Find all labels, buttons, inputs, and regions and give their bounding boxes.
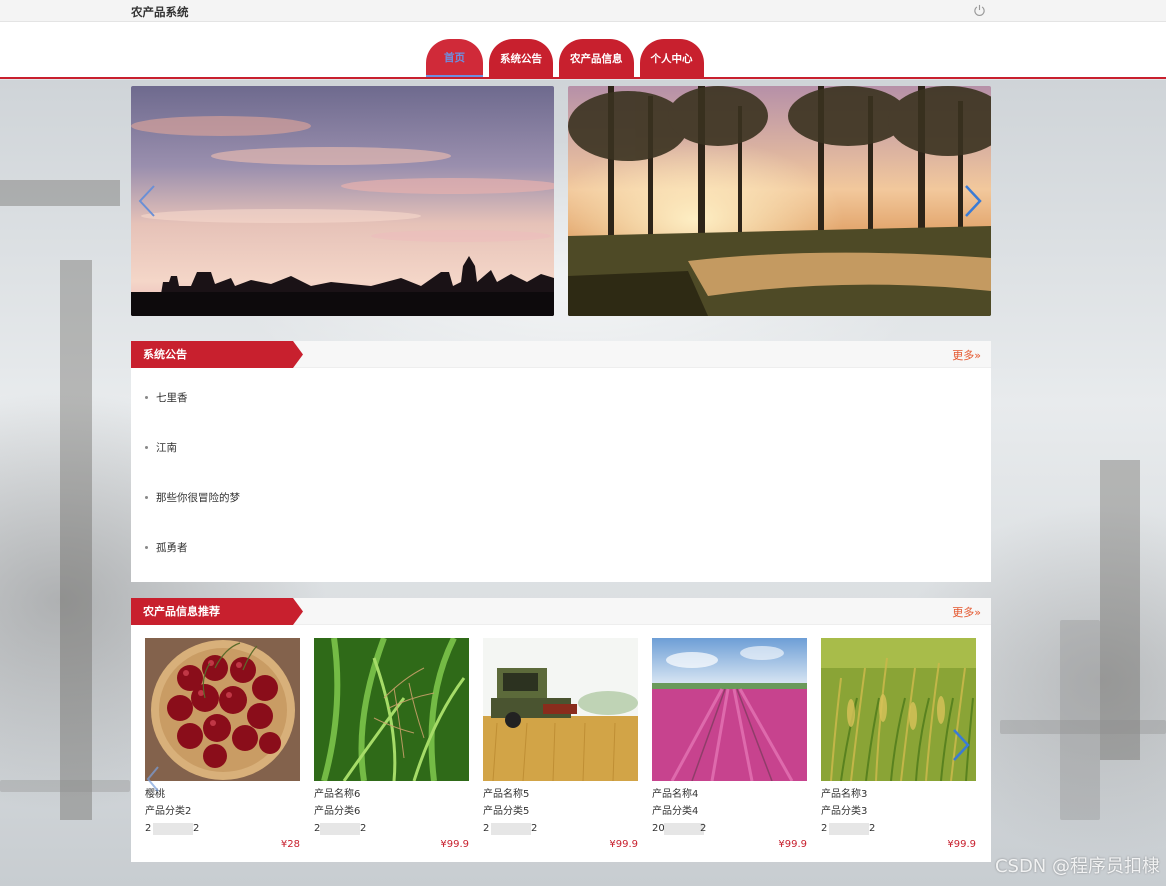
product-date: 20 2 [652, 823, 707, 835]
product-card[interactable]: 产品名称4 产品分类4 20 2 ¥99.9 [652, 638, 807, 852]
app-title: 农产品系统 [131, 5, 189, 19]
product-category: 产品分类4 [652, 806, 699, 817]
product-card[interactable]: 樱桃 产品分类2 22 ¥28 [145, 638, 300, 852]
product-name[interactable]: 产品名称6 [314, 786, 469, 803]
product-price: ¥99.9 [947, 839, 976, 850]
product-name[interactable]: 产品名称5 [483, 786, 638, 803]
product-price: ¥99.9 [440, 839, 469, 850]
product-header: 农产品信息推荐 更多» [131, 598, 991, 625]
nav-tabs: 首页 系统公告 农产品信息 个人中心 [426, 39, 704, 77]
product-name[interactable]: 产品名称4 [652, 786, 807, 803]
product-name[interactable]: 产品名称3 [821, 786, 976, 803]
notice-more-link[interactable]: 更多» [952, 347, 981, 363]
product-image[interactable] [483, 638, 638, 781]
product-more-link[interactable]: 更多» [952, 604, 981, 620]
product-category: 产品分类5 [483, 806, 530, 817]
tab-notices[interactable]: 系统公告 [489, 39, 553, 77]
power-icon[interactable] [973, 4, 986, 17]
top-bar: 农产品系统 [0, 0, 1166, 22]
product-price: ¥99.9 [609, 839, 638, 850]
notice-title: 系统公告 [131, 341, 303, 368]
product-card[interactable]: 产品名称6 产品分类6 2(2 ¥99.9 [314, 638, 469, 852]
list-item[interactable]: 七里香 [145, 390, 991, 440]
product-title: 农产品信息推荐 [131, 598, 303, 625]
notice-list: 七里香 江南 那些你很冒险的梦 孤勇者 [131, 368, 991, 590]
main-nav: 首页 系统公告 农产品信息 个人中心 [0, 22, 1166, 79]
tab-home[interactable]: 首页 [426, 39, 483, 77]
list-item[interactable]: 那些你很冒险的梦 [145, 490, 991, 540]
list-item[interactable]: 江南 [145, 440, 991, 490]
notice-header: 系统公告 更多» [131, 341, 991, 368]
product-section: 农产品信息推荐 更多» 樱桃 产品分类2 2 2 ¥28 产品名称6 产品分类6… [131, 598, 991, 862]
product-date: 22 [483, 823, 538, 835]
product-card[interactable]: 产品名称5 产品分类5 22 ¥99.9 [483, 638, 638, 852]
banner-image-1[interactable] [131, 86, 554, 316]
chevron-right-icon[interactable] [951, 728, 971, 762]
chevron-left-icon[interactable] [137, 184, 157, 218]
product-card[interactable]: 产品名称3 产品分类3 22 ¥99.9 [821, 638, 976, 852]
product-date: 22 [145, 823, 200, 835]
tab-products[interactable]: 农产品信息 [559, 39, 634, 77]
product-category: 产品分类2 [145, 806, 192, 817]
product-category: 产品分类3 [821, 806, 868, 817]
banner-image-2[interactable] [568, 86, 991, 316]
product-image[interactable] [821, 638, 976, 781]
product-category: 产品分类6 [314, 806, 361, 817]
banner-forest-image [568, 86, 991, 316]
product-price: ¥28 [280, 839, 300, 850]
watermark: CSDN @程序员扣棣 [994, 856, 1160, 877]
product-date: 22 [821, 823, 876, 835]
chevron-left-icon[interactable] [145, 765, 161, 793]
product-image[interactable] [652, 638, 807, 781]
banner-sunset-image [131, 86, 554, 316]
notice-section: 系统公告 更多» 七里香 江南 那些你很冒险的梦 孤勇者 [131, 341, 991, 582]
product-image[interactable] [145, 638, 300, 781]
product-date: 2(2 [314, 820, 469, 837]
product-carousel: 樱桃 产品分类2 22 ¥28 产品名称6 产品分类6 2 ¥99.9 产品名称… [131, 625, 991, 861]
tab-profile[interactable]: 个人中心 [639, 39, 704, 77]
product-name[interactable]: 樱桃 [145, 786, 300, 803]
product-price: ¥99.9 [778, 839, 807, 850]
product-image[interactable] [314, 638, 469, 781]
list-item[interactable]: 孤勇者 [145, 540, 991, 590]
chevron-right-icon[interactable] [963, 184, 983, 218]
